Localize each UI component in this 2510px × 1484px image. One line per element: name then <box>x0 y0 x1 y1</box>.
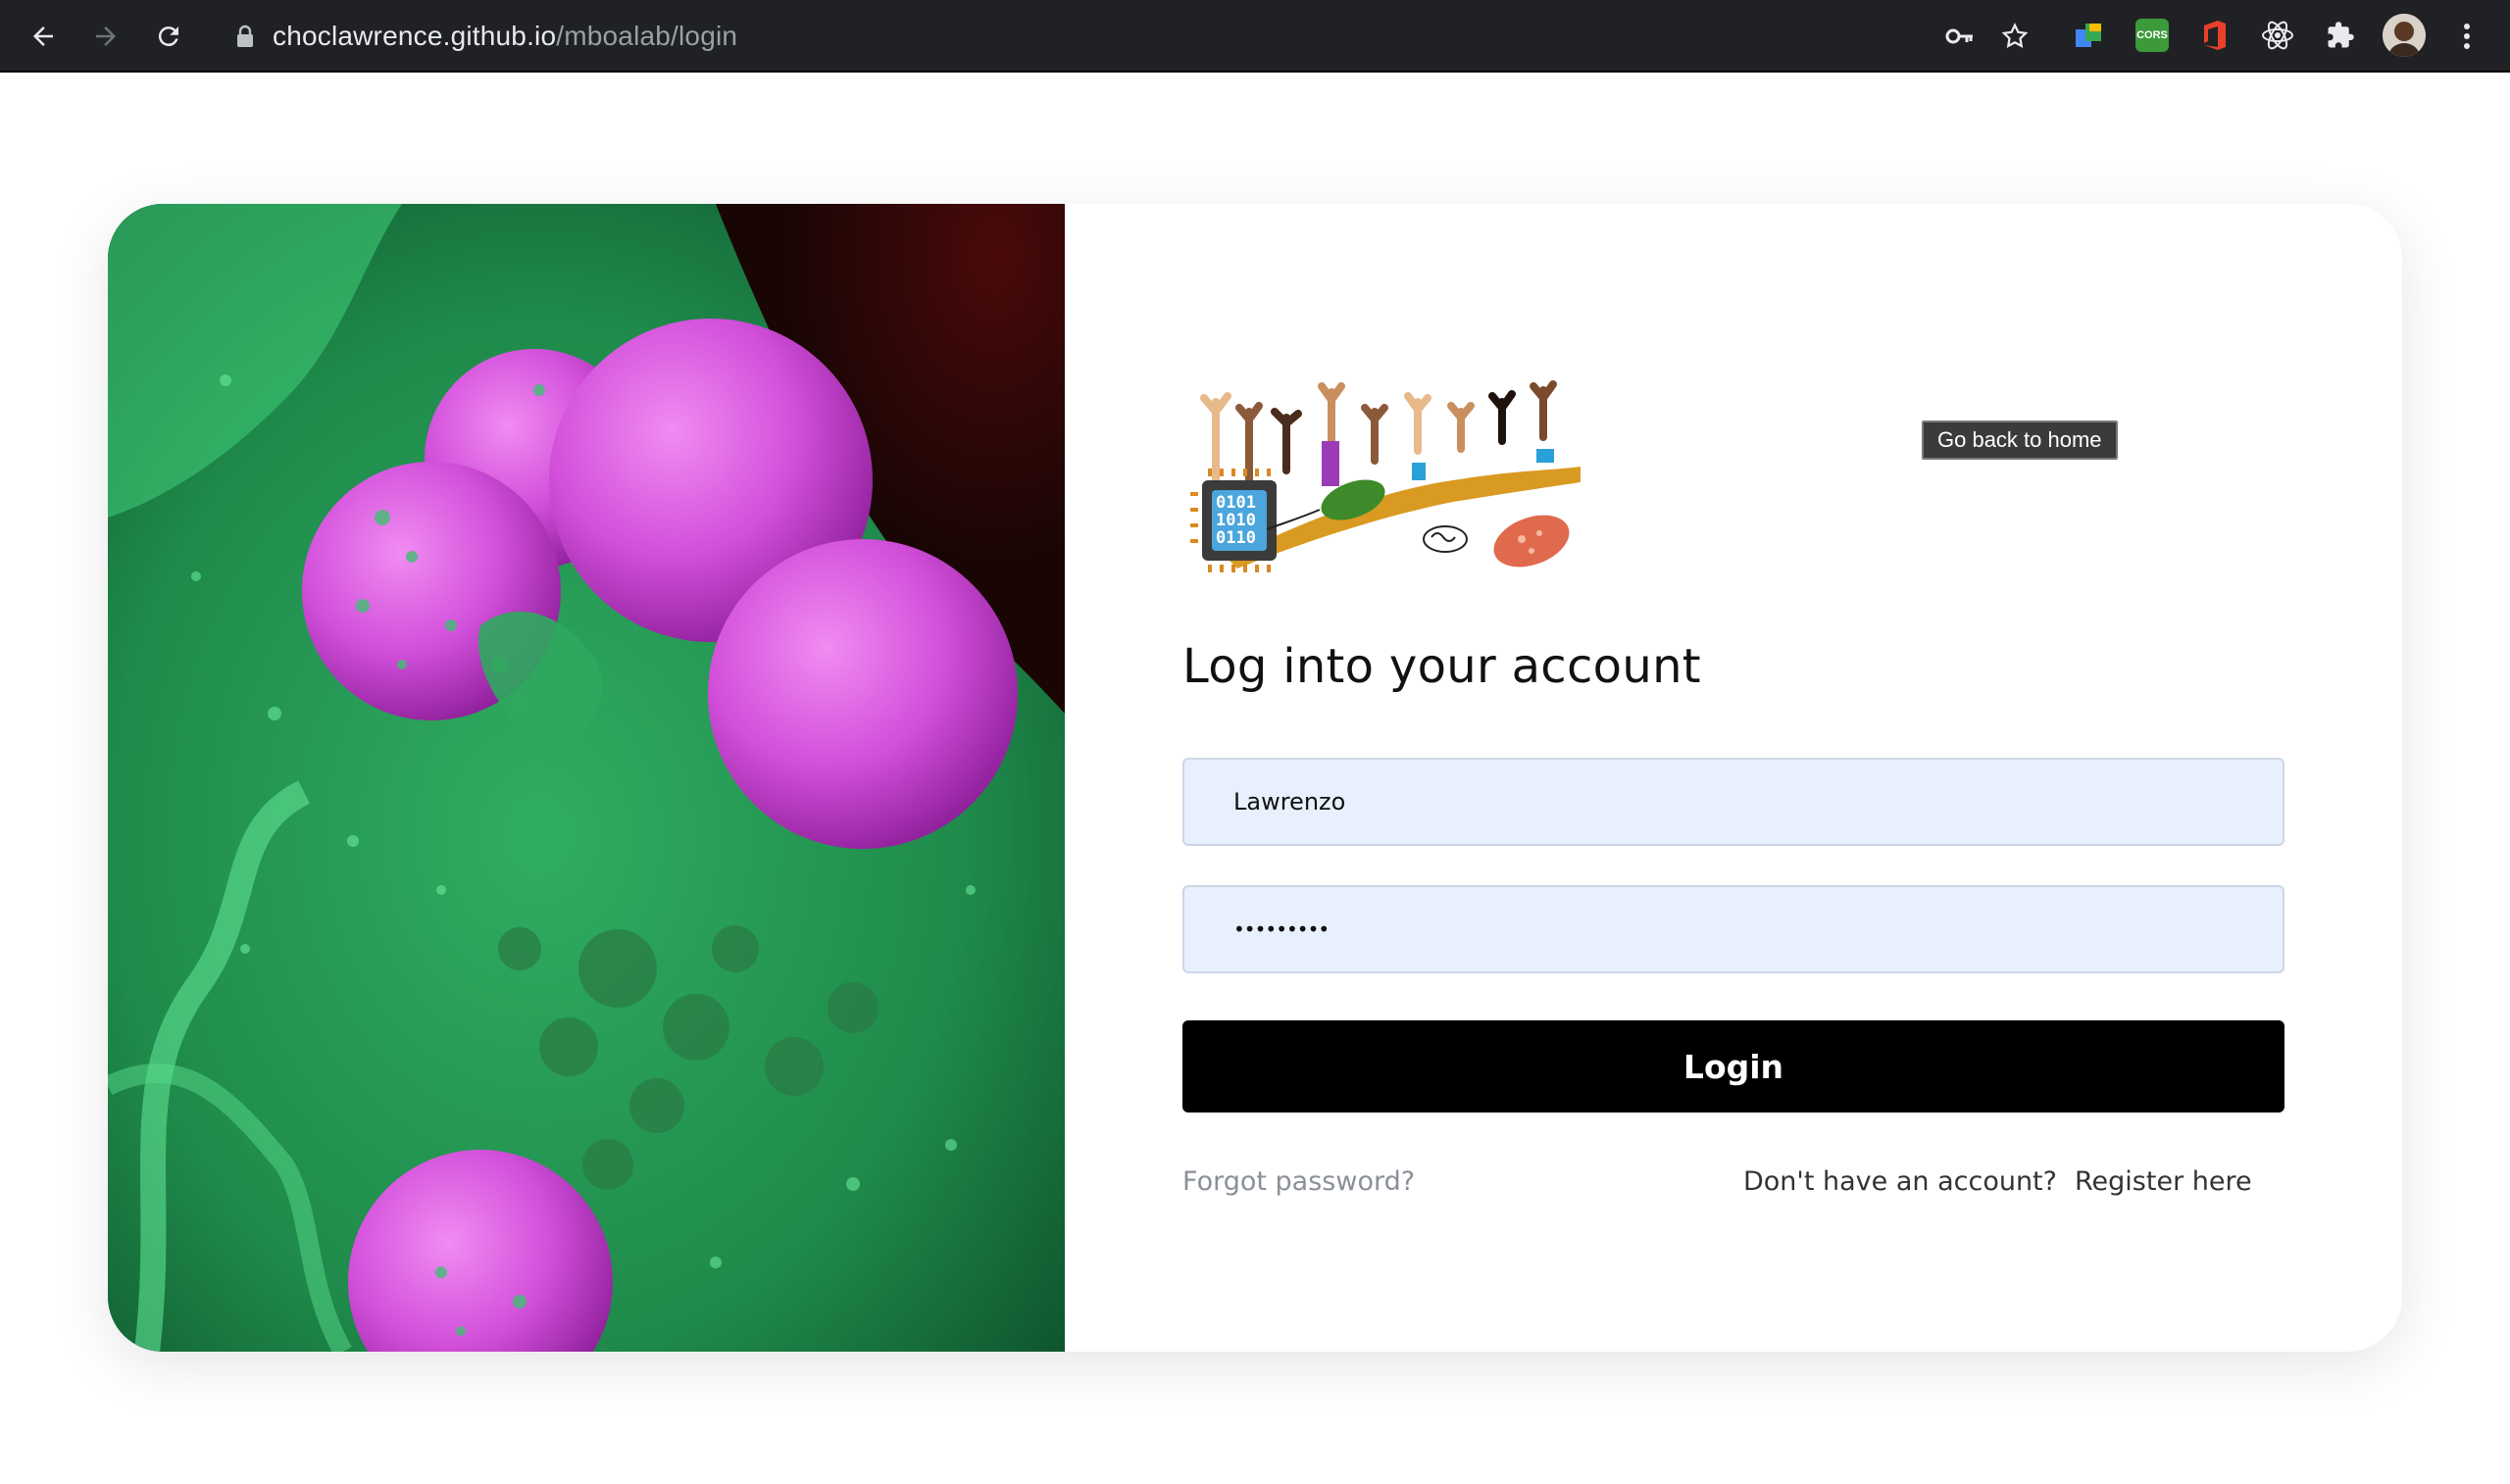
extension-translate-icon[interactable] <box>2073 19 2106 52</box>
key-icon[interactable] <box>1945 24 1975 49</box>
browser-toolbar: choclawrence.github.io/mboalab/login COR… <box>0 0 2510 73</box>
logo-digits-line2: 1010 <box>1216 511 1256 530</box>
url-host: choclawrence.github.io <box>273 21 557 51</box>
address-bar[interactable]: choclawrence.github.io/mboalab/login <box>214 8 2043 65</box>
url-text[interactable]: choclawrence.github.io/mboalab/login <box>273 21 737 52</box>
reload-icon[interactable] <box>147 15 190 58</box>
back-icon[interactable] <box>22 15 65 58</box>
url-path: /mboalab/login <box>556 21 738 51</box>
login-button[interactable]: Login <box>1182 1020 2284 1113</box>
tooltip-text: Go back to home <box>1937 427 2102 452</box>
password-value: ••••••••• <box>1233 917 1330 941</box>
forgot-password-link[interactable]: Forgot password? <box>1182 1166 1415 1197</box>
logo-digits-line3: 0110 <box>1216 528 1256 548</box>
react-icon[interactable] <box>2261 19 2294 52</box>
menu-icon[interactable] <box>2445 15 2488 58</box>
register-link[interactable]: Register here <box>2075 1166 2252 1197</box>
logo-digits-line1: 0101 <box>1216 493 1256 513</box>
password-field[interactable]: ••••••••• <box>1182 885 2284 973</box>
page-title: Log into your account <box>1182 639 1701 694</box>
office-icon[interactable] <box>2198 19 2232 52</box>
bacteria-micrograph-image <box>108 204 1065 1352</box>
extension-cors-icon[interactable]: CORS <box>2135 19 2169 52</box>
mboalab-logo[interactable]: 0101 1010 0110 <box>1188 372 1581 578</box>
username-value: Lawrenzo <box>1233 788 1346 816</box>
go-back-home-tooltip: Go back to home <box>1922 420 2118 460</box>
profile-avatar[interactable] <box>2383 14 2426 57</box>
puzzle-icon[interactable] <box>2324 19 2357 52</box>
no-account-text: Don't have an account? <box>1743 1166 2057 1197</box>
username-field[interactable]: Lawrenzo <box>1182 758 2284 846</box>
lock-icon[interactable] <box>235 25 255 48</box>
forward-icon[interactable] <box>84 15 127 58</box>
cors-label: CORS <box>2136 29 2168 41</box>
star-icon[interactable] <box>2000 22 2030 51</box>
